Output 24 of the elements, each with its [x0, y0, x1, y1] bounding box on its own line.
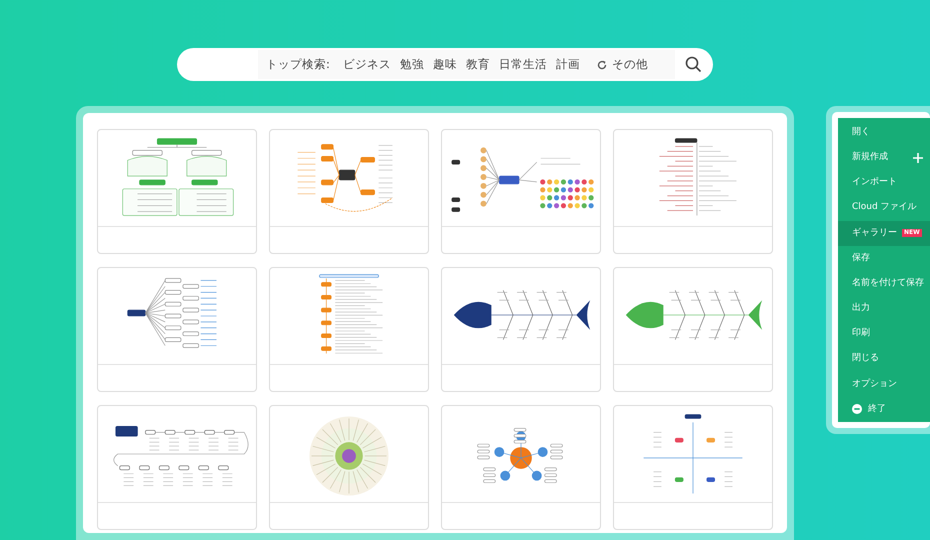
search-tag-link[interactable]: 勉強 [400, 56, 424, 74]
menu-item[interactable]: インポート [838, 170, 930, 196]
menu-item[interactable]: オプション [838, 372, 930, 397]
menu-item[interactable]: 閉じる [838, 346, 930, 372]
minus-circle-icon [852, 404, 862, 414]
search-tag-link[interactable]: 教育 [466, 56, 490, 74]
menu-item[interactable]: 出力 [838, 296, 930, 322]
menu-item[interactable]: 印刷 [838, 321, 930, 347]
menu-item[interactable]: Cloud ファイル [838, 196, 930, 221]
search-tag-link[interactable]: ビジネス [342, 56, 391, 74]
menu-item[interactable]: 新規作成 [838, 145, 930, 170]
search-tag-link[interactable]: 計画 [556, 56, 580, 74]
more-link[interactable]: その他 [612, 56, 648, 74]
menu-item[interactable]: 開く [838, 120, 930, 146]
search-tag-link[interactable]: 日常生活 [498, 56, 547, 74]
refresh-icon[interactable] [596, 60, 607, 70]
search-icon[interactable] [685, 56, 702, 73]
search-label: トップ検索: [266, 56, 330, 73]
plus-icon[interactable] [913, 152, 923, 163]
menu-item[interactable]: 名前を付けて保存 [838, 271, 930, 296]
menu-item[interactable]: 終了 [838, 396, 930, 422]
template-card[interactable] [441, 267, 601, 392]
menu-item[interactable]: 保存 [838, 246, 930, 272]
search-tag-link[interactable]: 趣味 [432, 56, 457, 74]
